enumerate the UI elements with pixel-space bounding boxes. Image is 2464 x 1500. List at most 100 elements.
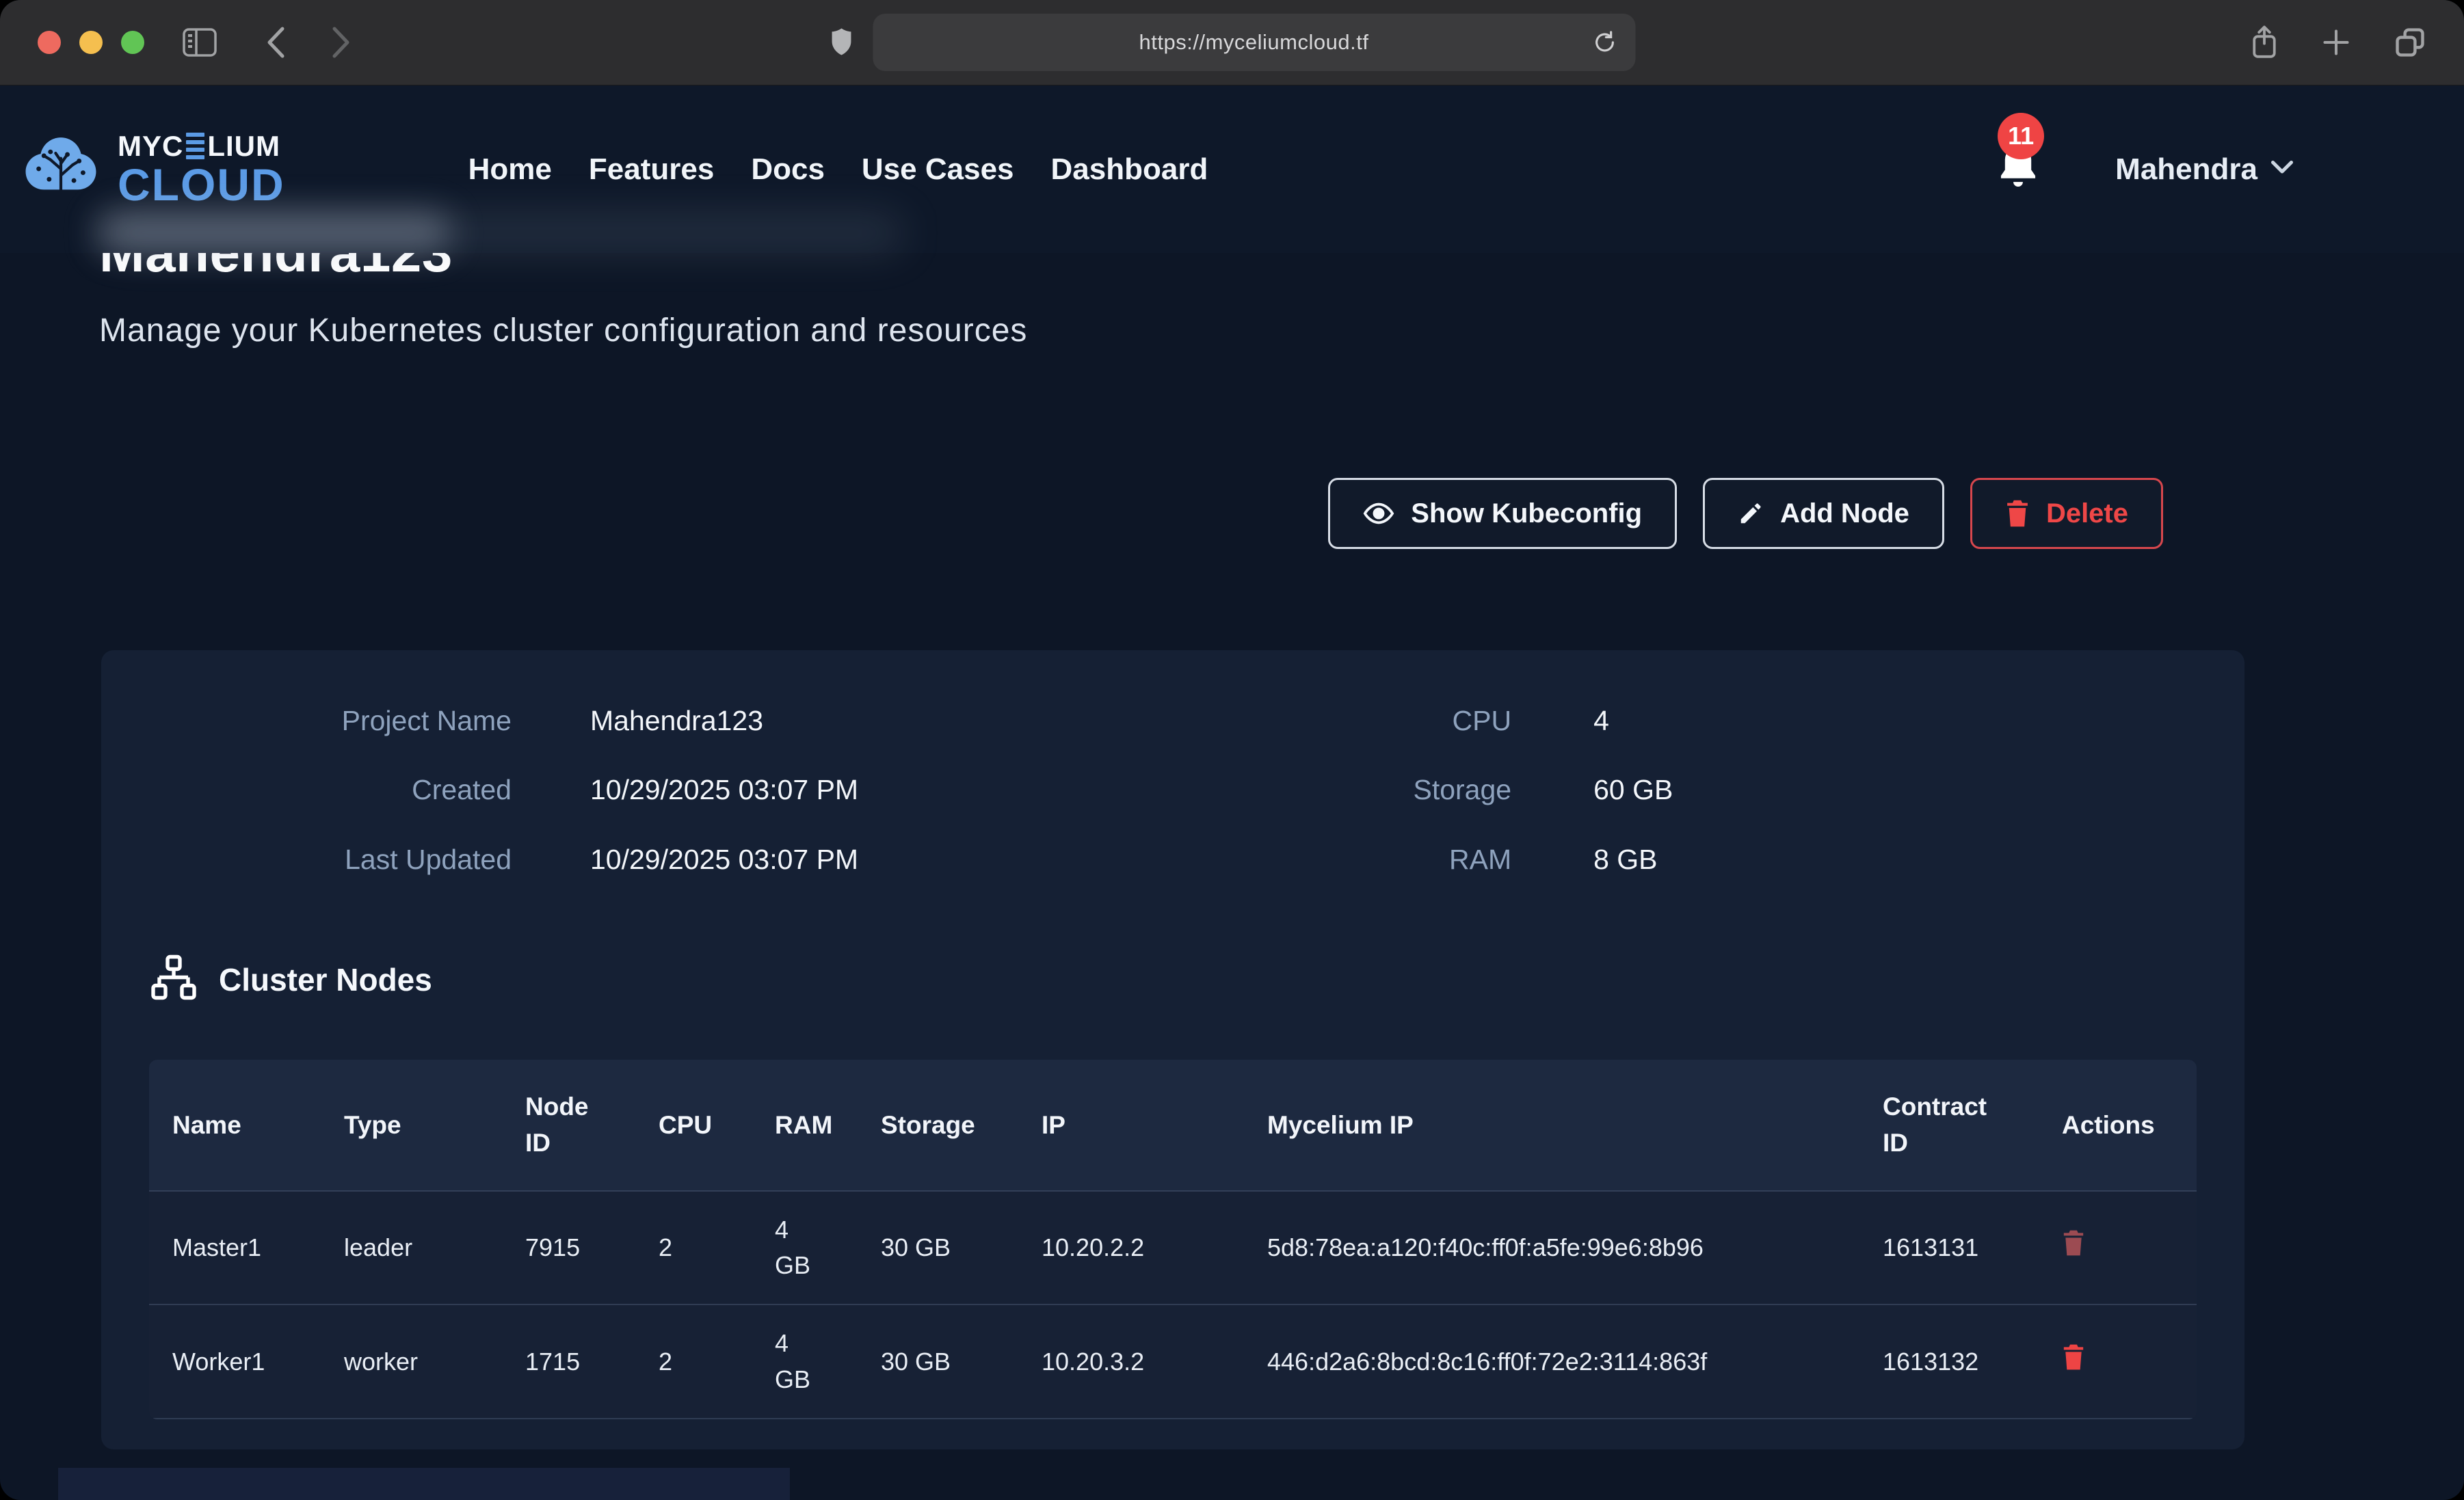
- cell-name: Worker1: [149, 1304, 344, 1418]
- blurred-title-glow-core: [96, 212, 451, 253]
- last-updated-label: Last Updated: [149, 842, 512, 877]
- nav-link-use-cases[interactable]: Use Cases: [862, 152, 1014, 187]
- cell-mycelium-ip: 446:d2a6:8bcd:8c16:ff0f:72e2:3114:863f: [1267, 1304, 1883, 1418]
- cluster-nodes-header: Cluster Nodes: [149, 954, 2197, 1006]
- logo-e-glyph: [186, 133, 204, 159]
- cluster-nodes-title: Cluster Nodes: [219, 961, 432, 998]
- cell-name: Master1: [149, 1191, 344, 1304]
- nav-link-home[interactable]: Home: [468, 152, 552, 187]
- nav-link-features[interactable]: Features: [589, 152, 714, 187]
- hierarchy-icon: [149, 954, 198, 1006]
- add-node-button[interactable]: Add Node: [1703, 478, 1944, 549]
- navbar-right: 11 Mahendra: [1996, 143, 2294, 196]
- col-mycelium-ip: Mycelium IP: [1267, 1060, 1883, 1191]
- col-storage: Storage: [881, 1060, 1042, 1191]
- privacy-shield-icon[interactable]: [829, 27, 853, 57]
- cluster-actions-row: Show Kubeconfig Add Node Delete: [99, 478, 2163, 549]
- cell-ram: 4 GB: [775, 1304, 881, 1418]
- cell-node-id: 1715: [525, 1304, 659, 1418]
- blurred-title-glow: [103, 216, 903, 250]
- share-icon[interactable]: [2250, 25, 2279, 60]
- trash-icon: [2005, 499, 2030, 528]
- brand-line1-right: LIUM: [207, 132, 280, 161]
- delete-node-button[interactable]: [2062, 1229, 2085, 1259]
- cell-ip: 10.20.3.2: [1042, 1304, 1267, 1418]
- cpu-label: CPU: [1279, 704, 1511, 738]
- ram-value: 8 GB: [1593, 842, 1673, 877]
- add-node-label: Add Node: [1780, 498, 1909, 529]
- forward-icon[interactable]: [331, 26, 352, 59]
- reload-icon[interactable]: [1591, 29, 1617, 55]
- cluster-card: Project Name Mahendra123 Created 10/29/2…: [101, 650, 2244, 1449]
- chevron-down-icon: [2270, 159, 2294, 179]
- traffic-lights: [38, 31, 144, 54]
- cell-storage: 30 GB: [881, 1304, 1042, 1418]
- last-updated-value: 10/29/2025 03:07 PM: [590, 842, 858, 877]
- nav-link-dashboard[interactable]: Dashboard: [1051, 152, 1208, 187]
- col-ram: RAM: [775, 1060, 881, 1191]
- show-kubeconfig-label: Show Kubeconfig: [1411, 498, 1642, 529]
- brand-text: MYCLIUM CLOUD: [118, 132, 285, 207]
- zoom-window-button[interactable]: [121, 31, 144, 54]
- table-row: Worker1 worker 1715 2 4 GB 30 GB 10.20.3…: [149, 1304, 2197, 1418]
- cluster-info: Project Name Mahendra123 Created 10/29/2…: [149, 704, 2197, 877]
- col-type: Type: [344, 1060, 525, 1191]
- cluster-info-left: Project Name Mahendra123 Created 10/29/2…: [149, 704, 858, 877]
- trash-icon: [2062, 1343, 2085, 1373]
- cell-mycelium-ip: 5d8:78ea:a120:f40c:ff0f:a5fe:99e6:8b96: [1267, 1191, 1883, 1304]
- cpu-value: 4: [1593, 704, 1673, 738]
- col-name: Name: [149, 1060, 344, 1191]
- notification-count-badge: 11: [1998, 113, 2044, 159]
- delete-node-button[interactable]: [2062, 1343, 2085, 1373]
- show-kubeconfig-button[interactable]: Show Kubeconfig: [1328, 478, 1677, 549]
- titlebar-right-actions: [2250, 25, 2426, 60]
- project-name-value: Mahendra123: [590, 704, 858, 738]
- col-node-id: Node ID: [525, 1060, 659, 1191]
- cell-actions: [2062, 1191, 2197, 1304]
- notifications-button[interactable]: 11: [1996, 143, 2040, 196]
- table-row: Master1 leader 7915 2 4 GB 30 GB 10.20.2…: [149, 1191, 2197, 1304]
- table-header-row: Name Type Node ID CPU RAM Storage IP Myc…: [149, 1060, 2197, 1191]
- tab-overview-icon[interactable]: [2394, 26, 2426, 59]
- eye-icon: [1363, 501, 1394, 526]
- sidebar-toggle-icon[interactable]: [182, 27, 217, 57]
- close-window-button[interactable]: [38, 31, 61, 54]
- pencil-icon: [1738, 500, 1764, 526]
- col-cpu: CPU: [659, 1060, 775, 1191]
- brand-line1-left: MYC: [118, 132, 183, 161]
- col-contract-id: Contract ID: [1883, 1060, 2062, 1191]
- cell-cpu: 2: [659, 1191, 775, 1304]
- cell-type: leader: [344, 1191, 525, 1304]
- new-tab-icon[interactable]: [2321, 27, 2351, 57]
- nodes-table-wrap: Name Type Node ID CPU RAM Storage IP Myc…: [149, 1060, 2197, 1419]
- page-subtitle: Manage your Kubernetes cluster configura…: [99, 312, 2464, 349]
- user-name: Mahendra: [2115, 152, 2257, 187]
- cell-contract-id: 1613131: [1883, 1191, 2062, 1304]
- created-label: Created: [149, 773, 512, 807]
- project-name-label: Project Name: [149, 704, 512, 738]
- nodes-table: Name Type Node ID CPU RAM Storage IP Myc…: [149, 1060, 2197, 1419]
- footer-strip: [58, 1468, 790, 1500]
- cell-cpu: 2: [659, 1304, 775, 1418]
- cell-type: worker: [344, 1304, 525, 1418]
- back-icon[interactable]: [265, 26, 286, 59]
- page-content: Mahendra123 Manage your Kubernetes clust…: [0, 222, 2464, 1449]
- storage-label: Storage: [1279, 773, 1511, 807]
- cell-node-id: 7915: [525, 1191, 659, 1304]
- cell-ip: 10.20.2.2: [1042, 1191, 1267, 1304]
- browser-window: https://myceliumcloud.tf: [0, 0, 2464, 1500]
- mycelium-cloud-logo-icon: [19, 129, 103, 209]
- address-bar[interactable]: https://myceliumcloud.tf: [873, 14, 1635, 71]
- nav-link-docs[interactable]: Docs: [751, 152, 825, 187]
- col-actions: Actions: [2062, 1060, 2197, 1191]
- minimize-window-button[interactable]: [79, 31, 103, 54]
- delete-cluster-button[interactable]: Delete: [1970, 478, 2163, 549]
- user-menu[interactable]: Mahendra: [2115, 152, 2294, 187]
- main-nav: Home Features Docs Use Cases Dashboard: [468, 152, 1208, 187]
- delete-label: Delete: [2046, 498, 2128, 529]
- cell-contract-id: 1613132: [1883, 1304, 2062, 1418]
- storage-value: 60 GB: [1593, 773, 1673, 807]
- trash-icon: [2062, 1229, 2085, 1259]
- brand-logo[interactable]: MYCLIUM CLOUD: [19, 129, 285, 209]
- cell-actions: [2062, 1304, 2197, 1418]
